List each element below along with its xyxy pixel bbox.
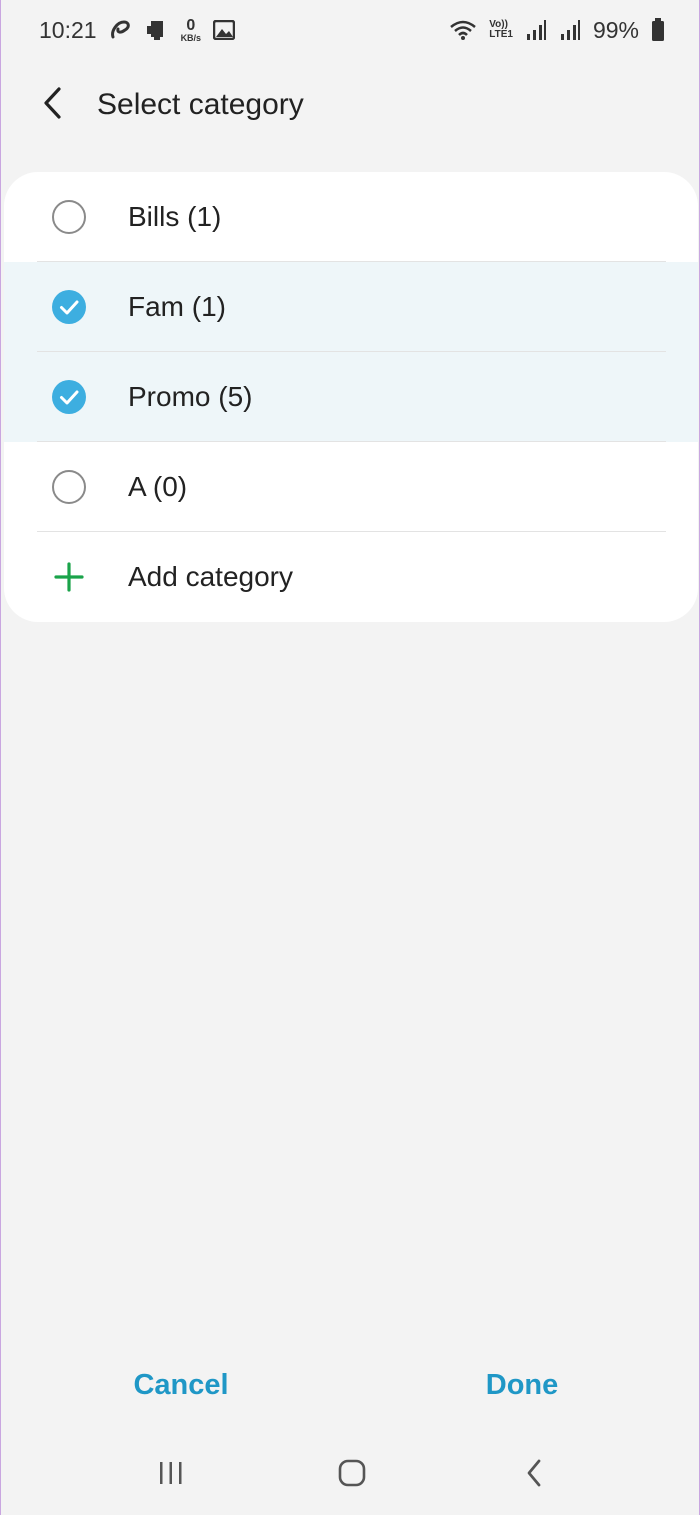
- plus-icon: [52, 560, 86, 594]
- chevron-left-icon: [41, 86, 65, 125]
- unchecked-circle-icon[interactable]: [52, 200, 86, 234]
- airtel-icon: [109, 19, 133, 41]
- status-left: 10:21 0 KB/s: [39, 16, 236, 44]
- add-category-button[interactable]: Add category: [4, 532, 698, 622]
- checked-circle-icon[interactable]: [52, 380, 86, 414]
- status-right: Vo)) LTE1 99%: [449, 17, 665, 44]
- chevron-left-icon: [524, 1458, 544, 1493]
- page-title: Select category: [97, 88, 304, 121]
- done-button[interactable]: Done: [422, 1350, 622, 1420]
- category-label: Promo (5): [128, 381, 253, 412]
- signal-icon: [559, 19, 581, 41]
- cancel-button[interactable]: Cancel: [81, 1350, 281, 1420]
- volte-indicator: Vo)) LTE1: [489, 20, 513, 40]
- category-label: A (0): [128, 471, 188, 502]
- category-label: Bills (1): [128, 201, 222, 232]
- category-row-fam[interactable]: Fam (1): [4, 262, 698, 352]
- checked-circle-icon[interactable]: [52, 290, 86, 324]
- category-row-bills[interactable]: Bills (1): [4, 172, 698, 262]
- category-label: Fam (1): [128, 291, 226, 322]
- battery-icon: [651, 18, 665, 42]
- image-icon: [213, 20, 236, 40]
- home-button[interactable]: [322, 1450, 382, 1500]
- category-row-a[interactable]: A (0): [4, 442, 698, 532]
- signal-icon: [525, 19, 547, 41]
- card-icon: [145, 19, 169, 41]
- recents-button[interactable]: [141, 1450, 201, 1500]
- category-list: Bills (1) Fam (1) Promo (5) A (0) Add ca…: [4, 172, 698, 622]
- volte-bottom: LTE1: [489, 29, 513, 40]
- nav-back-button[interactable]: [504, 1450, 564, 1500]
- status-time: 10:21: [39, 16, 97, 43]
- back-button[interactable]: [27, 79, 79, 131]
- category-row-promo[interactable]: Promo (5): [4, 352, 698, 442]
- header: Select category: [1, 70, 700, 140]
- navigation-bar: [1, 1440, 700, 1515]
- network-speed-unit: KB/s: [180, 32, 202, 43]
- home-icon: [337, 1458, 367, 1493]
- network-speed: 0 KB/s: [180, 16, 202, 43]
- wifi-icon: [449, 19, 477, 41]
- unchecked-circle-icon[interactable]: [52, 470, 86, 504]
- dialog-actions: Cancel Done: [1, 1350, 700, 1420]
- network-speed-value: 0: [186, 16, 196, 34]
- battery-percent: 99%: [592, 16, 639, 43]
- status-bar: 10:21 0 KB/s Vo)) LTE1 99%: [1, 0, 700, 60]
- recents-icon: [157, 1460, 185, 1491]
- add-category-label: Add category: [128, 561, 293, 592]
